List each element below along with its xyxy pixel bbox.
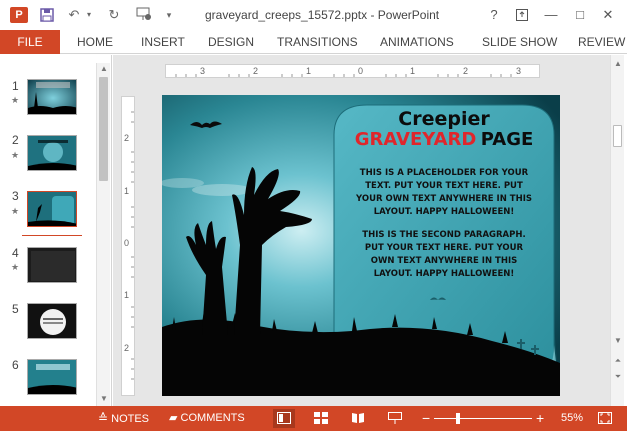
tab-animations[interactable]: ANIMATIONS: [380, 30, 454, 54]
slide-sorter-view-icon[interactable]: [310, 409, 332, 428]
status-bar: ≙ NOTES ▰ COMMENTS − + 55%: [0, 406, 627, 431]
ribbon-display-options-icon[interactable]: [512, 6, 532, 24]
ruler-label: 1: [124, 290, 130, 300]
animation-star-icon: ★: [11, 95, 20, 105]
body-line: OWN TEXT ANYWHERE IN THIS: [370, 256, 518, 266]
powerpoint-logo-icon: P: [10, 7, 28, 23]
body-line: TEXT. PUT YOUR TEXT HERE. PUT: [365, 181, 523, 191]
slide-thumbnail-2[interactable]: [27, 135, 77, 171]
scroll-up-icon[interactable]: ▲: [97, 63, 111, 75]
paragraph-1: THIS IS A PLACEHOLDER FOR YOUR TEXT. PUT…: [338, 167, 550, 219]
tab-file[interactable]: FILE: [0, 30, 60, 54]
thumbnail-number: 1: [12, 79, 19, 93]
comments-button[interactable]: ▰ COMMENTS: [169, 406, 245, 431]
next-slide-icon[interactable]: ⏷: [611, 371, 625, 383]
slide-scrollbar[interactable]: ▲ ▼ ⏶ ⏷: [610, 55, 624, 406]
slide-thumbnail-3-selected[interactable]: [27, 191, 77, 227]
body-line: LAYOUT. HAPPY HALLOWEEN!: [373, 207, 515, 217]
ruler-label: 1: [124, 186, 130, 196]
slide-show-view-icon[interactable]: [384, 409, 406, 428]
thumbnail-number: 3: [12, 189, 19, 203]
minimize-icon[interactable]: —: [541, 6, 561, 24]
horizontal-ruler: 3 2 1 0 1 2 3: [165, 64, 540, 78]
tab-insert[interactable]: INSERT: [141, 30, 185, 54]
tab-transitions[interactable]: TRANSITIONS: [277, 30, 358, 54]
ruler-label: 2: [253, 66, 259, 76]
thumbnails-scrollbar[interactable]: ▲ ▼: [96, 63, 110, 406]
comments-label: COMMENTS: [180, 412, 245, 424]
ruler-label: 2: [124, 343, 130, 353]
animation-star-icon: ★: [11, 150, 20, 160]
start-from-beginning-icon[interactable]: [134, 7, 154, 23]
ruler-label: 2: [124, 133, 130, 143]
slide-title-black: PAGE: [480, 129, 534, 150]
slide-title-placeholder[interactable]: Creepier GRAVEYARD PAGE: [334, 109, 554, 152]
zoom-level[interactable]: 55%: [561, 406, 583, 431]
ruler-label: 1: [306, 66, 312, 76]
slide-title-line1: Creepier: [398, 108, 490, 130]
save-icon[interactable]: [38, 7, 56, 23]
notes-button[interactable]: ≙ NOTES: [98, 406, 149, 431]
close-icon[interactable]: ✕: [598, 6, 618, 24]
notes-icon: ≙: [98, 411, 109, 425]
insertion-marker: [22, 235, 82, 236]
normal-view-icon[interactable]: [273, 409, 295, 428]
undo-dropdown-icon[interactable]: ▾: [84, 7, 94, 23]
vertical-ruler: 2 1 0 1 2: [121, 96, 135, 396]
thumbnail-number: 6: [12, 358, 19, 372]
thumbnail-number: 4: [12, 246, 19, 260]
window-title: graveyard_creeps_15572.pptx - PowerPoint: [205, 8, 440, 22]
body-line: PUT YOUR TEXT HERE. PUT YOUR: [364, 243, 524, 253]
slide-thumbnail-6[interactable]: [27, 359, 77, 395]
tab-home[interactable]: HOME: [77, 30, 113, 54]
tab-slide-show[interactable]: SLIDE SHOW: [482, 30, 557, 54]
ruler-label: 2: [463, 66, 469, 76]
zoom-slider-thumb[interactable]: [456, 413, 460, 424]
animation-star-icon: ★: [11, 262, 20, 272]
tab-design[interactable]: DESIGN: [208, 30, 254, 54]
ruler-label: 3: [200, 66, 206, 76]
slide-title-red: GRAVEYARD: [354, 129, 477, 150]
zoom-slider-track[interactable]: [434, 418, 532, 419]
tab-review[interactable]: REVIEW: [578, 30, 625, 54]
customize-toolbar-icon[interactable]: ▾: [162, 7, 176, 23]
undo-icon[interactable]: ↶: [66, 7, 82, 23]
comments-icon: ▰: [169, 412, 178, 424]
scroll-up-icon[interactable]: ▲: [611, 58, 625, 70]
scroll-down-icon[interactable]: ▼: [97, 393, 111, 405]
slide-body-placeholder[interactable]: THIS IS A PLACEHOLDER FOR YOUR TEXT. PUT…: [338, 167, 550, 281]
body-line: THIS IS THE SECOND PARAGRAPH.: [362, 230, 526, 240]
animation-star-icon: ★: [11, 206, 20, 216]
slide-canvas[interactable]: Creepier GRAVEYARD PAGE THIS IS A PLACEH…: [162, 95, 560, 396]
ruler-label: 0: [358, 66, 364, 76]
scroll-thumb[interactable]: [613, 125, 622, 147]
redo-icon[interactable]: ↻: [106, 7, 122, 23]
ruler-label: 3: [516, 66, 522, 76]
powerpoint-window: P ↶ ▾ ↻ ▾ graveyard_creeps_15572.pptx - …: [0, 0, 627, 431]
ruler-label: 0: [124, 238, 130, 248]
body-line: YOUR OWN TEXT ANYWHERE IN THIS: [356, 194, 532, 204]
reading-view-icon[interactable]: [347, 409, 369, 428]
ruler-label: 1: [410, 66, 416, 76]
slide-thumbnail-1[interactable]: [27, 79, 77, 115]
scroll-down-icon[interactable]: ▼: [611, 335, 625, 347]
slide-thumbnail-5[interactable]: [27, 303, 77, 339]
body-line: LAYOUT. HAPPY HALLOWEEN!: [373, 269, 515, 279]
help-icon[interactable]: ?: [484, 6, 504, 24]
restore-icon[interactable]: □: [570, 6, 590, 24]
fit-slide-to-window-icon[interactable]: [594, 409, 616, 428]
previous-slide-icon[interactable]: ⏶: [611, 355, 625, 367]
scroll-thumb[interactable]: [99, 77, 108, 181]
zoom-in-button[interactable]: +: [536, 406, 544, 431]
slide-thumbnail-4[interactable]: [27, 247, 77, 283]
thumbnail-number: 2: [12, 133, 19, 147]
ribbon-tabs: FILE HOME INSERT DESIGN TRANSITIONS ANIM…: [0, 30, 627, 54]
paragraph-2: THIS IS THE SECOND PARAGRAPH. PUT YOUR T…: [338, 229, 550, 281]
zoom-out-button[interactable]: −: [422, 406, 430, 431]
body-line: THIS IS A PLACEHOLDER FOR YOUR: [359, 168, 529, 178]
slide-title-line2: GRAVEYARD PAGE: [334, 129, 554, 152]
thumbnail-number: 5: [12, 302, 19, 316]
notes-label: NOTES: [111, 413, 150, 425]
title-bar: P ↶ ▾ ↻ ▾ graveyard_creeps_15572.pptx - …: [0, 0, 627, 30]
